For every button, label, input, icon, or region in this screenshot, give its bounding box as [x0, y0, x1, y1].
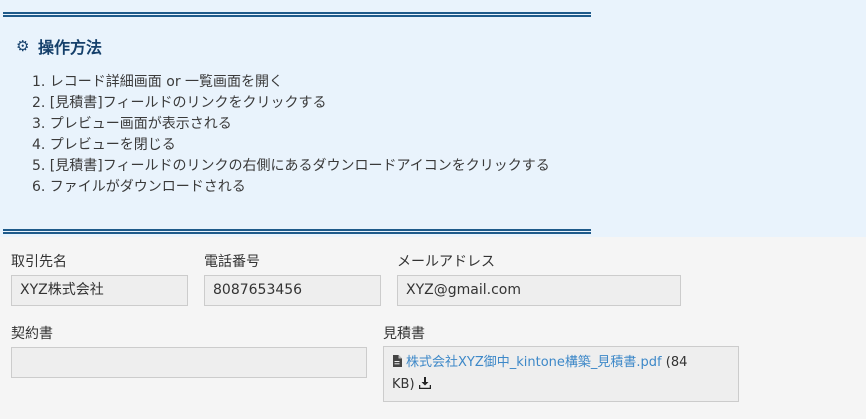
step-item: 6. ファイルがダウンロードされる — [32, 179, 246, 195]
phone-field[interactable]: 8087653456 — [204, 275, 381, 306]
estimate-file-link[interactable]: 株式会社XYZ御中_kintone構築_見積書.pdf — [406, 355, 662, 370]
bottom-divider — [3, 229, 591, 234]
panel-heading: ⚙ 操作方法 — [16, 34, 102, 58]
file-size-part2: KB) — [392, 377, 415, 392]
customer-label: 取引先名 — [11, 254, 67, 270]
top-divider — [3, 12, 591, 17]
step-item: 5. [見積書]フィールドのリンクの右側にあるダウンロードアイコンをクリックする — [32, 158, 550, 174]
step-item: 4. プレビューを閉じる — [32, 137, 176, 153]
steps-list: 1. レコード詳細画面 or 一覧画面を開く 2. [見積書]フィールドのリンク… — [32, 72, 550, 198]
download-icon[interactable] — [418, 377, 431, 389]
file-size-part1: (84 — [661, 355, 688, 370]
estimate-attachment-field: 株式会社XYZ御中_kintone構築_見積書.pdf (84 KB) — [383, 346, 739, 402]
phone-label: 電話番号 — [204, 254, 260, 270]
estimate-label: 見積書 — [383, 326, 425, 342]
step-item: 1. レコード詳細画面 or 一覧画面を開く — [32, 74, 284, 90]
step-item: 2. [見積書]フィールドのリンクをクリックする — [32, 95, 327, 111]
gear-icon: ⚙ — [16, 36, 30, 55]
file-icon — [393, 355, 402, 367]
contract-field[interactable] — [11, 347, 367, 378]
customer-field[interactable]: XYZ株式会社 — [11, 275, 188, 306]
email-field[interactable]: XYZ@gmail.com — [397, 275, 681, 306]
step-item: 3. プレビュー画面が表示される — [32, 116, 232, 132]
operation-info-panel: ⚙ 操作方法 1. レコード詳細画面 or 一覧画面を開く 2. [見積書]フィ… — [0, 0, 866, 237]
contract-label: 契約書 — [11, 326, 53, 342]
email-label: メールアドレス — [397, 254, 495, 270]
panel-title: 操作方法 — [38, 38, 103, 57]
